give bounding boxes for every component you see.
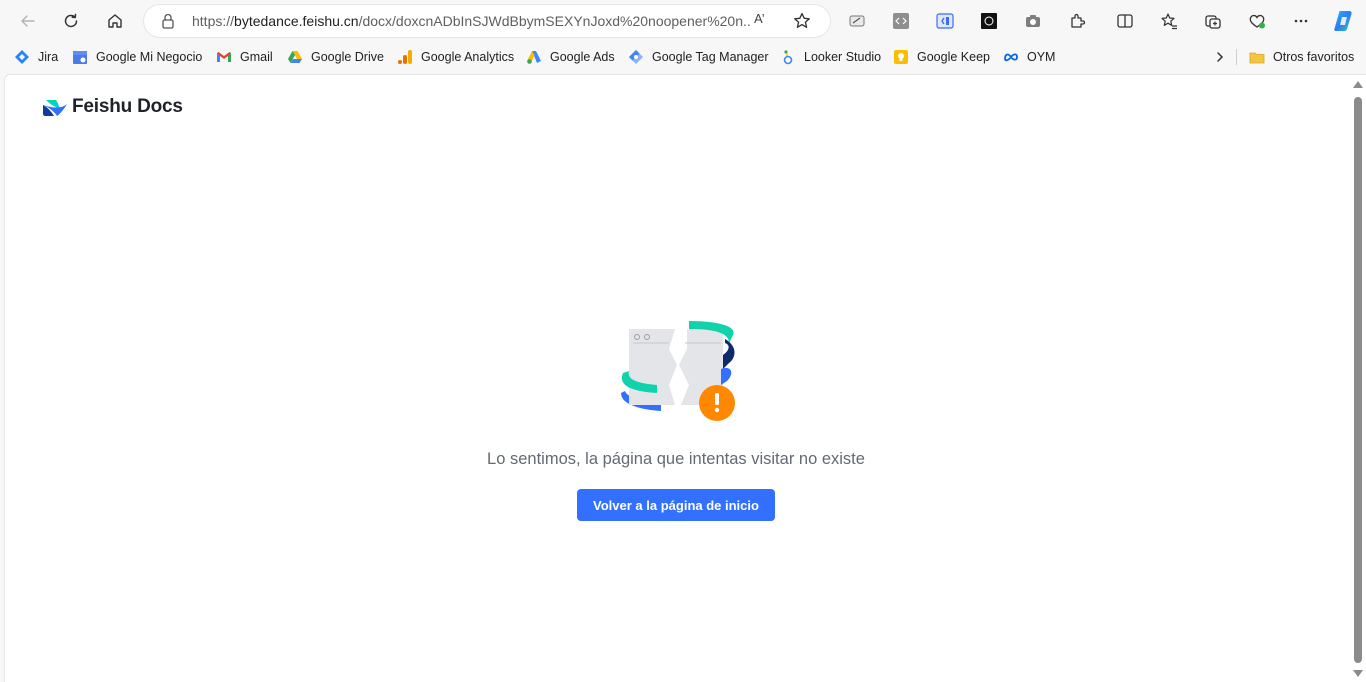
google-tag-manager-icon xyxy=(629,50,643,64)
camera-icon[interactable] xyxy=(1024,12,1042,30)
address-bar[interactable]: https://bytedance.feishu.cn/docx/doxcnAD… xyxy=(144,5,830,37)
bookmark-label: OYM xyxy=(1027,50,1056,64)
other-favorites-label: Otros favoritos xyxy=(1273,50,1355,64)
feishu-logo[interactable]: Feishu Docs xyxy=(42,96,183,118)
feishu-logo-icon xyxy=(43,100,67,116)
read-aloud-icon[interactable]: A’ xyxy=(754,11,765,26)
bookmark-google-drive[interactable]: Google Drive xyxy=(287,47,384,67)
meta-icon xyxy=(1004,53,1018,62)
bookmark-jira[interactable]: Jira xyxy=(14,47,58,67)
refresh-icon xyxy=(64,13,78,28)
url-prefix: https:// xyxy=(192,13,235,29)
bookmark-label: Looker Studio xyxy=(804,50,882,64)
bookmark-gmail[interactable]: Gmail xyxy=(216,47,273,67)
bookmarks-divider xyxy=(1236,49,1237,65)
bookmark-label: Google Ads xyxy=(550,50,615,64)
collections-icon[interactable] xyxy=(1204,12,1222,30)
extension-pen-icon[interactable] xyxy=(848,12,866,30)
bookmarks-bar: Jira Google Mi Negocio Gmail Google Driv… xyxy=(0,42,1366,72)
vertical-scrollbar[interactable] xyxy=(1348,75,1366,682)
back-to-home-button[interactable]: Volver a la página de inicio xyxy=(577,489,775,521)
page-content: Feishu Docs Lo sentimos, la página que i… xyxy=(4,74,1366,682)
scroll-up-arrow-icon[interactable] xyxy=(1353,81,1363,88)
bookmark-label: Jira xyxy=(38,50,59,64)
bookmark-label: Gmail xyxy=(240,50,273,64)
url-path: /docx/doxcnADbInSJWdBbymSEXYnJoxd%20noop… xyxy=(358,13,752,29)
google-ads-icon xyxy=(527,51,541,64)
bookmark-label: Google Keep xyxy=(917,50,990,64)
favorites-icon[interactable] xyxy=(1160,12,1178,30)
favorite-star-icon[interactable] xyxy=(792,11,812,31)
bookmark-google-tag-manager[interactable]: Google Tag Manager xyxy=(628,47,769,67)
gmail-icon xyxy=(217,52,231,62)
bookmark-google-ads[interactable]: Google Ads xyxy=(526,47,615,67)
error-message: Lo sentimos, la página que intentas visi… xyxy=(487,450,865,468)
more-options-icon[interactable] xyxy=(1292,12,1310,30)
split-screen-icon[interactable] xyxy=(1116,12,1134,30)
bookmark-label: Google Analytics xyxy=(421,50,515,64)
scrollbar-thumb[interactable] xyxy=(1354,97,1362,663)
google-my-business-icon xyxy=(73,51,87,64)
extension-bracket-icon[interactable] xyxy=(936,12,954,30)
extensions-puzzle-icon[interactable] xyxy=(1068,12,1086,30)
home-toolbar-button[interactable] xyxy=(99,5,131,37)
copilot-icon[interactable] xyxy=(1332,9,1356,33)
refresh-button[interactable] xyxy=(55,5,87,37)
url-text[interactable]: https://bytedance.feishu.cn/docx/doxcnAD… xyxy=(192,12,752,30)
google-analytics-icon xyxy=(398,50,412,64)
url-host: bytedance.feishu.cn xyxy=(234,13,359,29)
page-not-found-illustration-icon xyxy=(621,321,735,421)
chevron-right-icon[interactable] xyxy=(1214,51,1226,63)
back-button[interactable] xyxy=(12,5,44,37)
bookmark-looker-studio[interactable]: Looker Studio xyxy=(780,47,881,67)
bookmark-google-mi-negocio[interactable]: Google Mi Negocio xyxy=(72,47,202,67)
scroll-down-arrow-icon[interactable] xyxy=(1353,670,1363,677)
bookmark-label: Google Tag Manager xyxy=(652,50,769,64)
browser-essentials-icon[interactable] xyxy=(1248,12,1266,30)
folder-icon xyxy=(1249,52,1265,64)
bookmark-google-analytics[interactable]: Google Analytics xyxy=(397,47,514,67)
looker-studio-icon xyxy=(783,50,793,65)
google-drive-icon xyxy=(288,51,302,63)
back-arrow-icon xyxy=(21,15,35,27)
extension-code-icon[interactable] xyxy=(892,12,910,30)
home-icon xyxy=(108,14,122,28)
bookmark-oym[interactable]: OYM xyxy=(1003,47,1055,67)
bookmark-label: Google Drive xyxy=(311,50,384,64)
extension-chatgpt-icon[interactable] xyxy=(980,12,998,30)
google-keep-icon xyxy=(894,50,908,64)
lock-icon[interactable] xyxy=(160,12,176,30)
jira-icon xyxy=(15,50,29,64)
bookmark-label: Google Mi Negocio xyxy=(96,50,203,64)
bookmark-google-keep[interactable]: Google Keep xyxy=(893,47,990,67)
other-favorites-folder[interactable]: Otros favoritos xyxy=(1249,47,1354,67)
browser-toolbar: https://bytedance.feishu.cn/docx/doxcnAD… xyxy=(0,0,1366,42)
logo-text: Feishu Docs xyxy=(72,96,183,117)
